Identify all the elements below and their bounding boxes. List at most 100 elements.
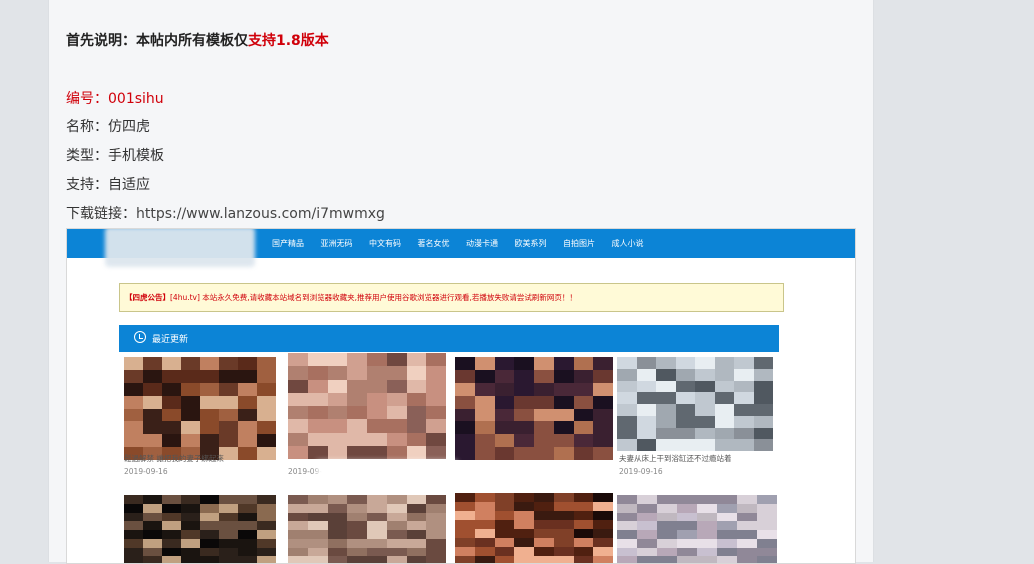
download-link[interactable]: https://www.lanzous.com/i7mwmxg [136,206,385,222]
mosaic-cell [347,366,367,380]
mosaic-cell [757,556,777,563]
mosaic-cell [181,395,200,409]
mosaic-cell [238,521,257,530]
mosaic-cell [714,427,734,440]
mosaic-cell [367,495,387,504]
mosaic-cell [257,503,276,513]
mosaic-cell [697,495,717,504]
mosaic-cell [573,434,594,448]
mosaic-cell [162,421,181,435]
mosaic-cell [143,434,162,448]
mosaic-cell [219,357,238,370]
mosaic-cell [307,379,328,393]
mosaic-cell [162,503,181,513]
mosaic-cell [386,538,407,548]
mosaic-cell [695,357,715,369]
mosaic-cell [288,379,308,393]
mosaic-cell [327,556,348,563]
mosaic-cell [677,521,697,530]
mosaic-cell [200,547,219,557]
mosaic-cell [714,404,734,416]
mosaic-cell [288,419,308,433]
mosaic-cell [494,395,515,409]
mosaic-cell [737,512,757,522]
mosaic-cell [257,495,276,504]
mosaic-cell [124,538,143,548]
mosaic-cell [734,357,754,369]
mosaic-cell [124,556,143,563]
mosaic-cell [238,369,257,383]
mosaic-cell [675,439,695,451]
mosaic-cell [426,392,446,406]
mosaic-cell [636,368,656,381]
mosaic-cell [143,421,162,435]
mosaic-cell [181,547,200,557]
mosaic-cell [347,547,367,557]
mosaic-cell [426,379,446,393]
mosaic-cell [695,415,715,428]
mosaic-cell [238,512,257,522]
mosaic-cell [347,392,367,406]
mosaic-cell [737,503,757,513]
mosaic-cell [307,392,328,406]
mosaic-cell [514,382,534,396]
mosaic-cell [327,530,348,539]
mosaic-cell [593,395,613,409]
preview-nav-item: 国产精品 [272,239,304,248]
mosaic-cell [675,427,695,440]
mosaic-cell [406,538,427,548]
mosaic-cell [617,380,637,393]
mosaic-cell [593,547,613,556]
mosaic-cell [514,357,534,370]
mosaic-cell [455,529,475,538]
mosaic-cell [474,502,495,511]
preview-thumbnail [288,495,446,563]
download-label: 下载链接： [66,206,136,222]
mosaic-cell [200,395,219,409]
preview-nav-item: 亚洲无码 [320,239,353,248]
mosaic-cell [143,556,162,563]
mosaic-cell [534,434,554,448]
mosaic-cell [534,421,554,435]
mosaic-cell [514,493,534,502]
mosaic-cell [327,547,348,557]
mosaic-cell [494,447,515,460]
mosaic-cell [514,408,534,422]
mosaic-cell [593,421,613,435]
mosaic-cell [534,369,554,383]
version-highlight: 支持1.8版本 [248,33,329,49]
mosaic-cell [494,556,515,563]
mosaic-cell [474,447,495,460]
mosaic-cell [238,556,257,563]
mosaic-cell [697,503,717,513]
mosaic-cell [757,547,777,557]
mosaic-cell [697,547,717,557]
mosaic-cell [386,503,407,513]
mosaic-cell [514,556,534,563]
mosaic-cell [406,353,427,367]
mosaic-cell [347,521,367,530]
mosaic-cell [514,369,534,383]
mosaic-cell [257,556,276,563]
mosaic-cell [675,380,695,393]
mosaic-cell [219,547,238,557]
mosaic-cell [637,503,657,513]
mosaic-cell [386,353,407,367]
preview-notice: 【四虎公告】[4hu.tv] 本站永久免费,请收藏本站域名到浏览器收藏夹,推荐用… [119,283,784,312]
mosaic-cell [386,547,407,557]
mosaic-cell [200,434,219,448]
mosaic-cell [257,369,276,383]
mosaic-cell [219,503,238,513]
mosaic-cell [406,521,427,530]
mosaic-cell [162,538,181,548]
mosaic-cell [162,382,181,396]
mosaic-cell [367,521,387,530]
mosaic-cell [757,512,777,522]
mosaic-cell [675,404,695,416]
mosaic-cell [288,495,308,504]
mosaic-cell [717,538,737,548]
thumbnail-date: 2019-09-16 [124,467,168,476]
mosaic-cell [637,495,657,504]
mosaic-cell [238,447,257,460]
mosaic-cell [386,366,407,380]
